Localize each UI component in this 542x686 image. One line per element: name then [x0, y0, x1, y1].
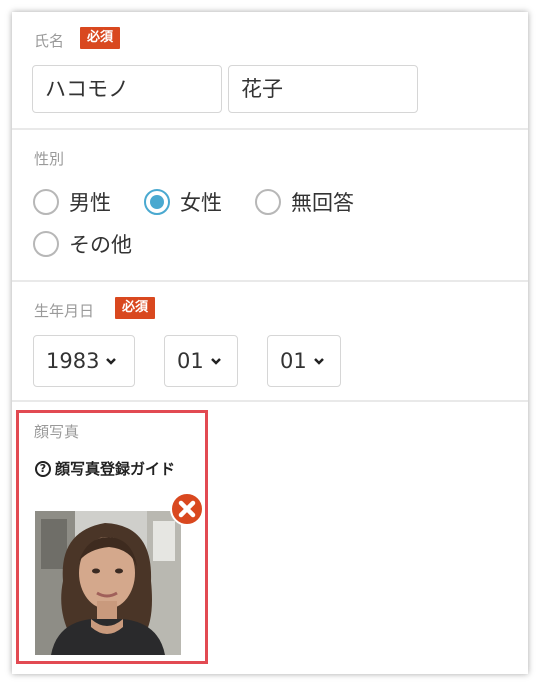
birth-year-select[interactable]: 1983 — [33, 335, 135, 387]
radio-button-selected[interactable] — [144, 189, 170, 215]
close-icon — [178, 500, 196, 518]
birth-month-select[interactable]: 01 — [164, 335, 238, 387]
name-label: 氏名 — [34, 32, 65, 50]
face-photo-image — [35, 511, 181, 655]
gender-option-label: 女性 — [180, 191, 222, 215]
gender-option-label: 男性 — [69, 191, 111, 215]
birthday-required-badge: 必須 — [115, 297, 156, 319]
photo-upload-area[interactable]: 顔写真 ? 顔写真登録ガイド — [16, 410, 208, 664]
birth-day-select[interactable]: 01 — [267, 335, 341, 387]
gender-option-other[interactable]: その他 — [33, 229, 132, 259]
face-photo-thumbnail — [35, 511, 181, 655]
birth-year-value: 1983 — [46, 349, 100, 373]
last-name-input[interactable]: ハコモノ — [32, 65, 222, 113]
gender-option-female[interactable]: 女性 — [144, 187, 222, 217]
name-section: 氏名 必須 ハコモノ 花子 — [12, 12, 528, 130]
gender-option-label: 無回答 — [291, 191, 354, 215]
profile-form: 氏名 必須 ハコモノ 花子 性別 男性 女性 無回答 その他 生年月日 必須 1… — [12, 12, 528, 674]
photo-guide-link[interactable]: ? 顔写真登録ガイド — [35, 458, 175, 479]
chevron-down-icon — [210, 358, 221, 365]
radio-button[interactable] — [33, 189, 59, 215]
gender-option-label: その他 — [69, 233, 132, 257]
remove-photo-button[interactable] — [170, 492, 204, 526]
name-required-badge: 必須 — [80, 27, 121, 49]
question-circle-icon: ? — [35, 460, 51, 477]
gender-section: 性別 男性 女性 無回答 その他 — [12, 130, 528, 282]
gender-option-male[interactable]: 男性 — [33, 187, 111, 217]
chevron-down-icon — [106, 358, 117, 365]
birthday-section: 生年月日 必須 1983 01 01 — [12, 282, 528, 402]
gender-option-no-answer[interactable]: 無回答 — [255, 187, 354, 217]
radio-button[interactable] — [33, 231, 59, 257]
birth-day-value: 01 — [280, 349, 307, 373]
photo-label: 顔写真 — [34, 423, 80, 441]
chevron-down-icon — [313, 358, 324, 365]
gender-label: 性別 — [34, 150, 65, 168]
first-name-input[interactable]: 花子 — [228, 65, 418, 113]
radio-button[interactable] — [255, 189, 281, 215]
photo-guide-text: 顔写真登録ガイド — [55, 460, 176, 478]
birthday-label: 生年月日 — [34, 302, 95, 320]
birth-month-value: 01 — [177, 349, 204, 373]
